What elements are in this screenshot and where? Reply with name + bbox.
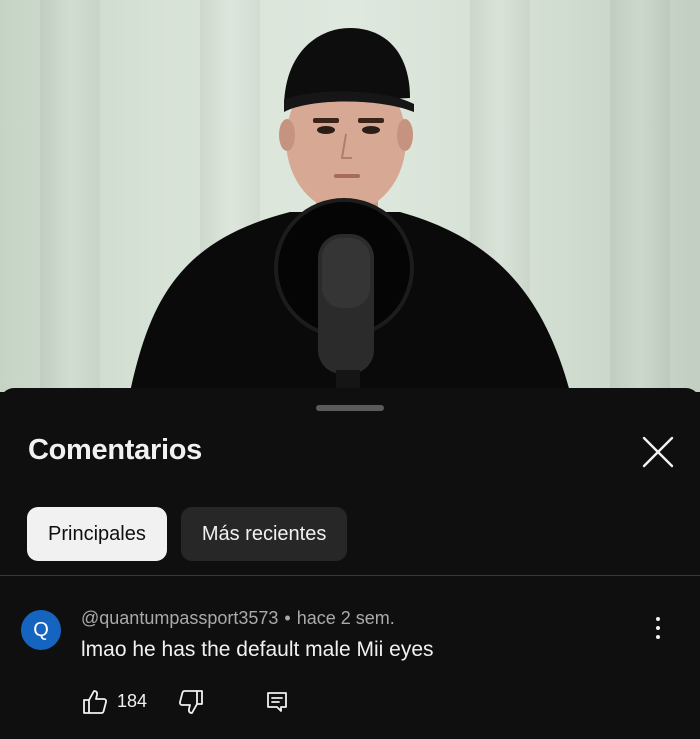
comment-meta: @quantumpassport3573 • hace 2 sem. — [81, 608, 395, 629]
chip-principales[interactable]: Principales — [27, 507, 167, 561]
more-options-button[interactable] — [648, 614, 668, 642]
close-button[interactable] — [640, 434, 676, 470]
divider — [0, 575, 700, 576]
dislike-button[interactable] — [177, 688, 205, 716]
avatar[interactable]: Q — [21, 610, 61, 650]
thumbs-up-icon — [83, 690, 108, 714]
chip-mas-recientes[interactable]: Más recientes — [180, 507, 348, 561]
like-button[interactable] — [81, 688, 109, 716]
sort-chips: Principales Más recientes — [27, 507, 348, 561]
like-count: 184 — [117, 691, 148, 711]
video-frame-person — [130, 28, 570, 392]
video-player[interactable] — [0, 0, 700, 392]
reply-comment-icon — [267, 692, 287, 712]
close-icon — [642, 436, 674, 468]
sheet-title: Comentarios — [28, 434, 202, 466]
comments-sheet: Comentarios Principales Más recientes Q … — [0, 388, 700, 739]
drag-handle[interactable] — [316, 405, 384, 411]
kebab-dot — [656, 626, 660, 630]
kebab-dot — [656, 617, 660, 621]
kebab-dot — [656, 635, 660, 639]
comment-time: hace 2 sem. — [296, 608, 395, 628]
comment-author[interactable]: @quantumpassport3573 — [81, 608, 278, 628]
thumbs-down-icon — [178, 690, 203, 714]
meta-separator: • — [284, 608, 291, 628]
reply-button[interactable] — [265, 690, 289, 714]
comment-text: lmao he has the default male Mii eyes — [81, 638, 434, 661]
